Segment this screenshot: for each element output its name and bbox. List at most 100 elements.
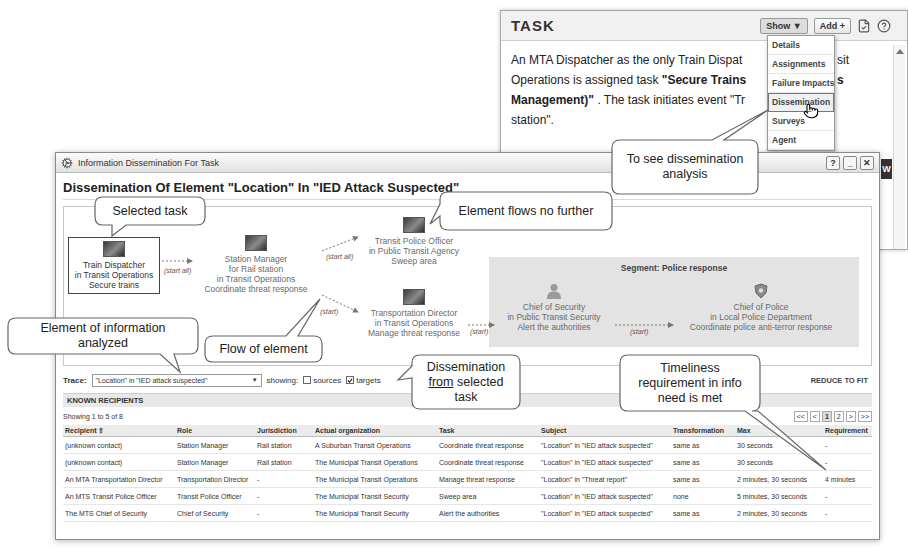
recipients-table: Recipient ⇧RoleJurisdictionActual organi…	[63, 425, 872, 522]
panel-title: TASK	[511, 17, 555, 34]
table-cell: 30 seconds	[735, 442, 823, 449]
description-line: Operations is assigned task "Secure Trai…	[511, 73, 897, 87]
menu-item[interactable]: Assignments	[768, 55, 834, 74]
task-node[interactable]: Transit Police Officerin Public Transit …	[353, 217, 475, 266]
tool-button[interactable]: Show ▼	[760, 18, 807, 34]
table-cell: none	[671, 493, 735, 500]
menu-item[interactable]: Dissemination	[768, 93, 834, 112]
column-header[interactable]: Task	[437, 427, 539, 434]
column-header[interactable]: Jurisdiction	[255, 427, 313, 434]
flow-label: (start)	[630, 328, 648, 336]
column-header[interactable]: Recipient ⇧	[63, 427, 175, 435]
table-cell: The Municipal Transit Security	[313, 493, 437, 500]
flow-label: (start)	[320, 308, 338, 316]
photo-icon	[403, 289, 425, 305]
reduce-to-fit-button[interactable]: REDUCE TO FIT	[811, 376, 872, 385]
police-badge-icon	[754, 283, 768, 299]
table-cell: An MTS Transit Police Officer	[63, 493, 175, 500]
table-row[interactable]: (unknown contact)Station ManagerRail sta…	[63, 454, 872, 471]
window-icon	[61, 157, 73, 169]
showing-option[interactable]: targets	[346, 376, 380, 385]
help-icon[interactable]	[877, 19, 891, 33]
menu-item[interactable]: Surveys	[768, 112, 834, 131]
table-cell: (unknown contact)	[63, 442, 175, 449]
showing-option[interactable]: sources	[303, 376, 341, 385]
page-button[interactable]: >>	[858, 411, 872, 422]
callout-text: Element of information analyzed	[8, 318, 198, 354]
dissemination-diagram: Segment: Police response(start all)(star…	[63, 206, 872, 366]
column-header[interactable]: Subject	[539, 427, 671, 434]
window-content: Dissemination Of Element "Location" In "…	[56, 173, 879, 539]
table-row[interactable]: An MTA Transportation DirectorTransporta…	[63, 471, 872, 488]
column-header[interactable]: Transformation	[671, 427, 735, 434]
photo-icon	[245, 235, 267, 251]
tool-button[interactable]: Add +	[814, 18, 851, 34]
showing-count: Showing 1 to 5 of 8	[63, 413, 123, 420]
table-row[interactable]: An MTS Transit Police OfficerTransit Pol…	[63, 488, 872, 505]
menu-item[interactable]: Agent	[768, 131, 834, 150]
table-cell: same as	[671, 510, 735, 517]
table-cell: -	[255, 510, 313, 517]
page-button[interactable]: <<	[794, 411, 808, 422]
column-header[interactable]: Requirement	[823, 427, 872, 434]
menu-item[interactable]: Failure Impacts	[768, 74, 834, 93]
table-cell: Sweep area	[437, 493, 539, 500]
flow-label: (start)	[470, 328, 488, 336]
window-controls: ?_✕	[826, 156, 874, 170]
checkbox[interactable]	[303, 376, 311, 384]
title-bar[interactable]: Information Dissemination For Task?_✕	[56, 153, 879, 173]
page-button[interactable]: <	[810, 411, 820, 422]
table-cell: 4 minutes	[823, 476, 872, 483]
table-cell: "Location" in "IED attack suspected"	[539, 459, 671, 466]
window-button[interactable]: ?	[826, 156, 840, 170]
table-cell: same as	[671, 442, 735, 449]
task-node[interactable]: Chief of Policein Local Police Departmen…	[675, 283, 847, 332]
show-menu: DetailsAssignmentsFailure ImpactsDissemi…	[767, 35, 835, 151]
window-button[interactable]: ✕	[860, 156, 874, 170]
table-cell: 5 minutes, 30 seconds	[735, 493, 823, 500]
table-cell: The Municipal Transit Operations	[313, 459, 437, 466]
task-node[interactable]: Chief of Securityin Public Transit Secur…	[493, 283, 615, 332]
page-button[interactable]: 2	[834, 411, 844, 422]
column-header[interactable]: Max	[735, 427, 823, 434]
side-tab[interactable]: W	[881, 159, 892, 179]
table-row[interactable]: The MTS Chief of SecurityChief of Securi…	[63, 505, 872, 522]
column-header[interactable]: Actual organization	[313, 427, 437, 434]
checkbox[interactable]	[346, 376, 354, 384]
heading: Dissemination Of Element "Location" In "…	[63, 180, 872, 200]
page-button[interactable]: 1	[822, 411, 832, 422]
hand-cursor-icon	[803, 103, 819, 119]
segment-title: Segment: Police response	[489, 257, 859, 273]
table-cell: The MTS Chief of Security	[63, 510, 175, 517]
trace-label: Trace:	[63, 376, 87, 385]
table-cell: same as	[671, 476, 735, 483]
table-cell: "Location" in "IED attack suspected"	[539, 493, 671, 500]
pagination: <<<12>>>	[794, 411, 872, 422]
panel-tools: Show ▼ Add +	[760, 18, 891, 34]
window-button[interactable]: _	[843, 156, 857, 170]
task-node[interactable]: Station Managerfor Rail stationin Transi…	[191, 235, 321, 294]
callout-text: Selected task	[95, 197, 205, 225]
check-icon	[347, 377, 353, 384]
scrollbar[interactable]	[893, 45, 905, 249]
scroll-up-icon[interactable]	[896, 49, 904, 54]
table-cell: "Location" in "Threat report"	[539, 476, 671, 483]
trace-select[interactable]: "Location" in "IED attack suspected"▼	[92, 374, 262, 387]
checklist-icon[interactable]	[857, 19, 871, 33]
callout-bubble-icon	[618, 353, 828, 472]
callout-text: To see dissemination analysis	[612, 140, 758, 194]
table-cell: An MTA Transportation Director	[63, 476, 175, 483]
table-cell: -	[823, 442, 872, 449]
task-node[interactable]: Transportation Directorin Transit Operat…	[351, 289, 477, 338]
table-cell: Alert the authorities	[437, 510, 539, 517]
menu-item[interactable]: Details	[768, 36, 834, 55]
column-header[interactable]: Role	[175, 427, 255, 434]
table-cell: 30 seconds	[735, 459, 823, 466]
table-cell: A Suburban Transit Operations	[313, 442, 437, 449]
table-cell: "Location" in "IED attack suspected"	[539, 442, 671, 449]
page-button[interactable]: >	[846, 411, 856, 422]
table-row[interactable]: (unknown contact)Station ManagerRail sta…	[63, 437, 872, 454]
task-node[interactable]: Train Dispatcherin Transit OperationsSec…	[68, 237, 160, 294]
table-cell: -	[823, 493, 872, 500]
table-info-row: Showing 1 to 5 of 8<<<12>>>	[63, 411, 872, 422]
